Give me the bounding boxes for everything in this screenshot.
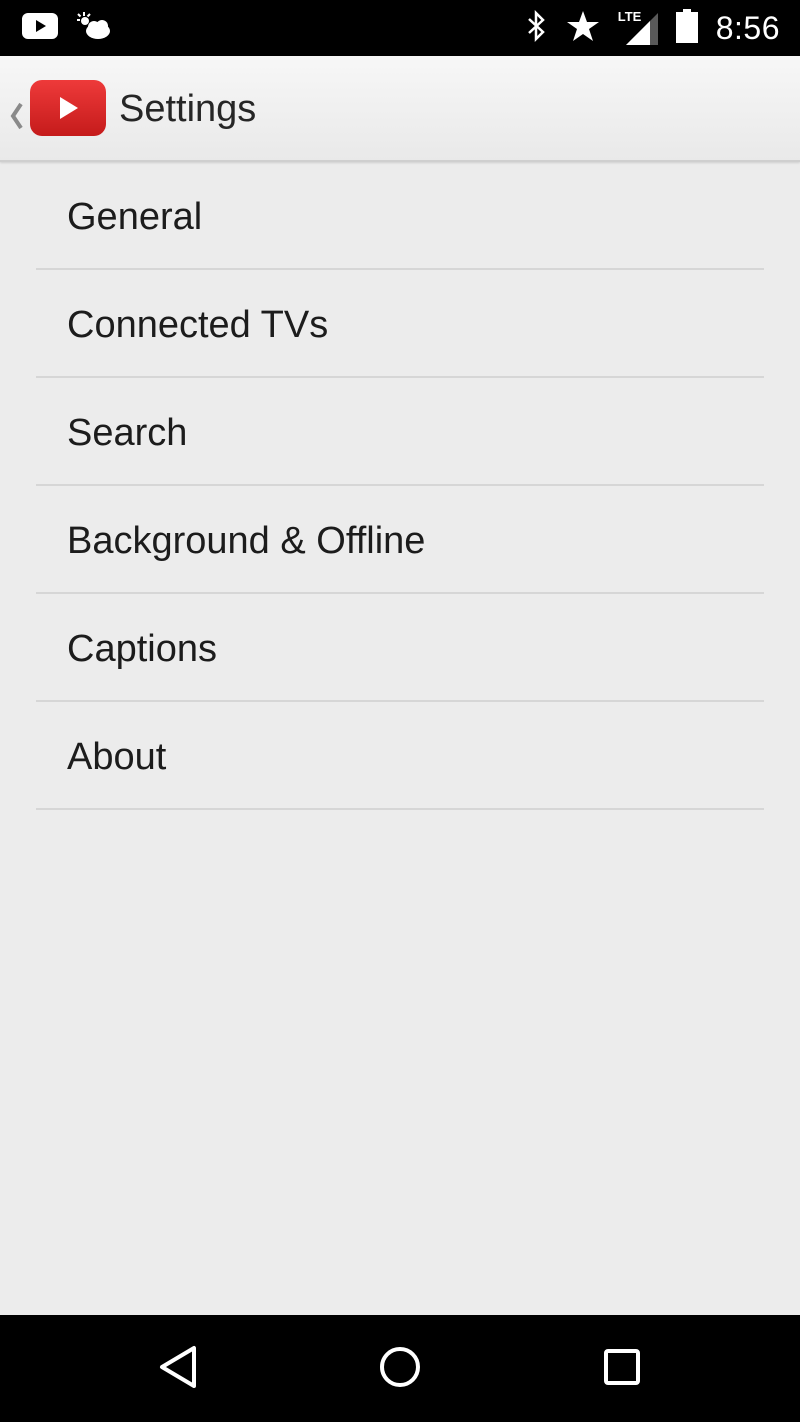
status-bar: LTE 8:56 — [0, 0, 800, 56]
recents-button[interactable] — [582, 1337, 662, 1401]
divider — [36, 808, 764, 810]
settings-item-label: Background & Offline — [67, 520, 426, 562]
back-icon — [158, 1345, 198, 1394]
up-button[interactable] — [4, 68, 110, 148]
youtube-logo-icon — [30, 80, 106, 141]
action-bar: Settings — [0, 56, 800, 162]
settings-item-label: General — [67, 196, 203, 238]
back-button[interactable] — [138, 1337, 218, 1401]
settings-item-search[interactable]: Search — [0, 378, 800, 486]
weather-icon — [76, 11, 112, 46]
settings-item-connected-tvs[interactable]: Connected TVs — [0, 270, 800, 378]
settings-item-label: Connected TVs — [67, 304, 329, 346]
bluetooth-icon — [526, 9, 548, 47]
settings-screen: LTE 8:56 Settings General Connected TVs … — [0, 0, 800, 1422]
page-title: Settings — [119, 88, 257, 130]
recents-icon — [602, 1347, 642, 1392]
settings-item-captions[interactable]: Captions — [0, 594, 800, 702]
signal-icon: LTE — [618, 9, 658, 45]
home-icon — [378, 1345, 422, 1394]
star-icon — [566, 10, 600, 47]
settings-item-general[interactable]: General — [0, 162, 800, 270]
navigation-bar — [0, 1315, 800, 1422]
chevron-left-icon — [10, 102, 24, 135]
youtube-notification-icon — [22, 12, 58, 44]
settings-item-label: Captions — [67, 628, 217, 670]
clock: 8:56 — [715, 9, 780, 46]
settings-list: General Connected TVs Search Background … — [0, 162, 800, 810]
settings-item-about[interactable]: About — [0, 702, 800, 810]
settings-item-label: About — [67, 736, 167, 778]
settings-item-label: Search — [67, 412, 188, 454]
settings-item-background-offline[interactable]: Background & Offline — [0, 486, 800, 594]
home-button[interactable] — [360, 1337, 440, 1401]
battery-icon — [675, 8, 698, 48]
